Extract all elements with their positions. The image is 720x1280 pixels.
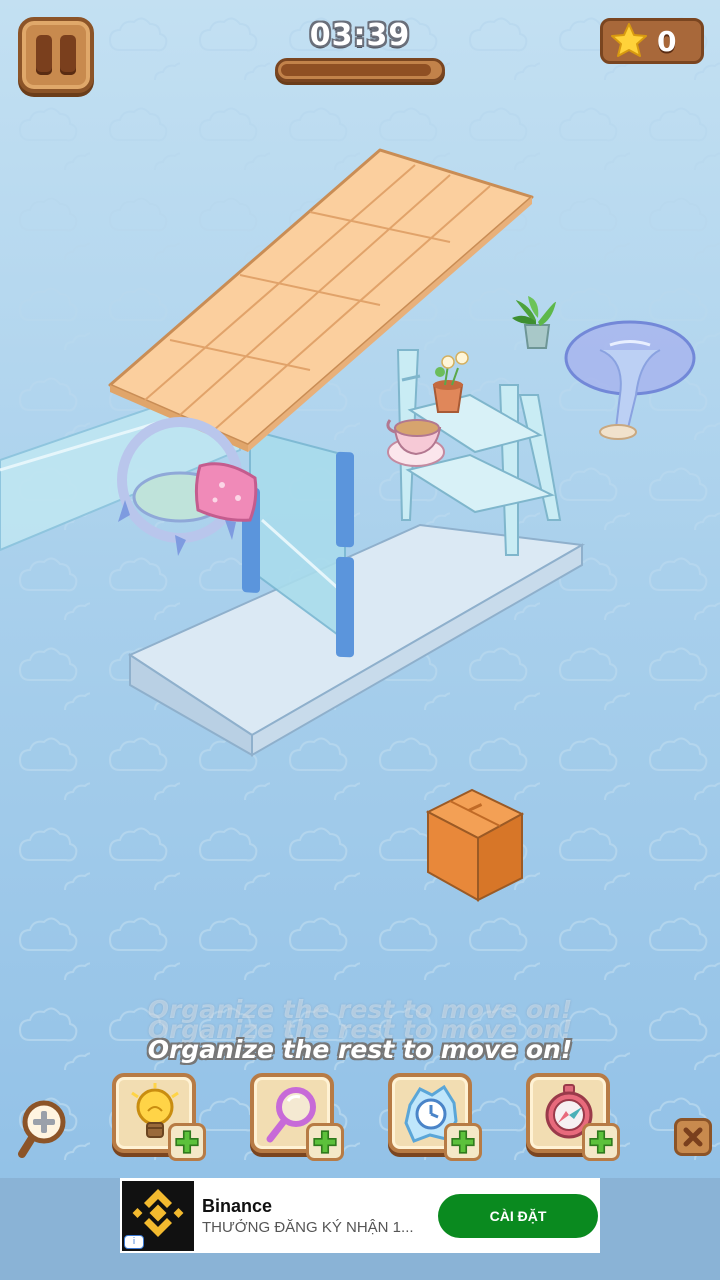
zoom-in-button[interactable] bbox=[16, 1098, 72, 1160]
add-freeze-time-button[interactable] bbox=[444, 1123, 482, 1161]
binance-logo: i bbox=[122, 1180, 194, 1251]
pink-cushion[interactable] bbox=[194, 462, 258, 522]
star-count: 0 bbox=[657, 24, 677, 58]
plus-icon bbox=[589, 1130, 613, 1154]
pause-icon bbox=[36, 35, 52, 75]
pause-icon-bar bbox=[60, 35, 76, 75]
zoom-in-icon bbox=[18, 1100, 66, 1158]
message-text: Organize the rest to move on! bbox=[147, 1035, 573, 1064]
ad-banner[interactable]: i Binance THƯỞNG ĐĂNG KÝ NHẬN 1... CÀI Đ… bbox=[120, 1178, 600, 1253]
plus-icon bbox=[451, 1130, 475, 1154]
potted-plant[interactable] bbox=[512, 296, 556, 349]
star-counter: 0 bbox=[600, 18, 704, 64]
ad-info-badge[interactable]: i bbox=[124, 1234, 144, 1249]
add-hint-button[interactable] bbox=[168, 1123, 206, 1161]
add-magnifier-button[interactable] bbox=[306, 1123, 344, 1161]
game-scene bbox=[0, 148, 696, 902]
hint-booster-button[interactable] bbox=[112, 1073, 206, 1161]
ad-text: Binance THƯỞNG ĐĂNG KÝ NHẬN 1... bbox=[202, 1196, 430, 1236]
instruction-message: Organize the rest to move on! Organize t… bbox=[0, 995, 720, 1075]
floor-platform[interactable] bbox=[127, 523, 586, 757]
compass-booster-button[interactable] bbox=[526, 1073, 620, 1161]
timer-progress-bar bbox=[275, 58, 445, 82]
plus-icon bbox=[313, 1130, 337, 1154]
timer-progress-fill bbox=[281, 64, 432, 76]
freeze-time-booster-button[interactable] bbox=[388, 1073, 482, 1161]
ad-subtitle: THƯỞNG ĐĂNG KÝ NHẬN 1... bbox=[202, 1218, 414, 1236]
close-button[interactable] bbox=[674, 1118, 712, 1156]
add-compass-button[interactable] bbox=[582, 1123, 620, 1161]
close-icon bbox=[683, 1127, 703, 1147]
pause-button[interactable] bbox=[18, 17, 94, 93]
glass-side-table[interactable] bbox=[564, 320, 696, 440]
magnifier-booster-button[interactable] bbox=[250, 1073, 344, 1161]
timer-text: 03:39 bbox=[309, 18, 411, 53]
ad-install-button[interactable]: CÀI ĐẶT bbox=[438, 1193, 598, 1238]
cardboard-box[interactable] bbox=[425, 788, 525, 902]
star-icon bbox=[611, 23, 647, 57]
tea-cup[interactable] bbox=[386, 419, 445, 467]
plus-icon bbox=[175, 1130, 199, 1154]
ad-title: Binance bbox=[202, 1195, 273, 1216]
